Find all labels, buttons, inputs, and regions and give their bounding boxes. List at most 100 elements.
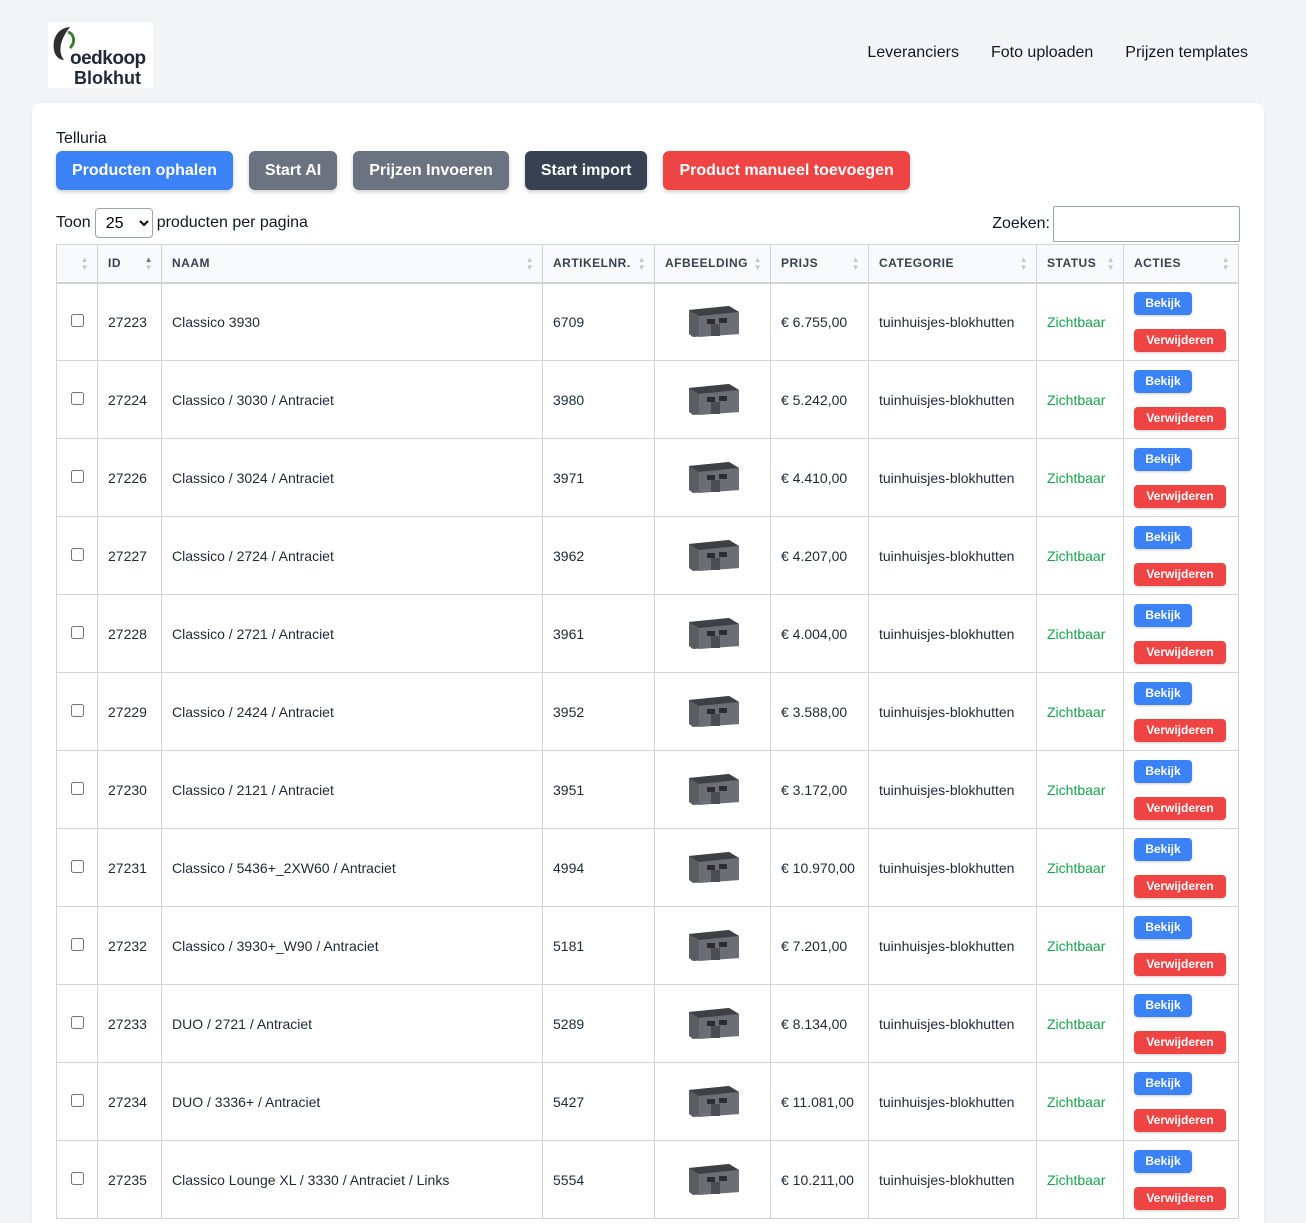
start-ai-button[interactable]: Start AI	[248, 151, 338, 190]
view-button[interactable]: Bekijk	[1134, 1149, 1192, 1173]
row-select-cell	[56, 906, 98, 985]
nav-foto-uploaden[interactable]: Foto uploaden	[991, 44, 1093, 62]
row-category: tuinhuisjes-blokhutten	[868, 516, 1037, 595]
row-checkbox[interactable]	[70, 469, 84, 483]
col-artikelnr[interactable]: ARTIKELNR. ▲ ▼	[542, 244, 655, 284]
row-checkbox[interactable]	[70, 1093, 84, 1107]
row-status: Zichtbaar	[1036, 984, 1124, 1063]
nav-leveranciers[interactable]: Leveranciers	[867, 44, 959, 62]
row-sku: 6709	[542, 282, 655, 361]
row-image	[654, 906, 771, 985]
col-select[interactable]: ▲ ▼	[56, 244, 98, 284]
row-image	[654, 984, 771, 1063]
view-button[interactable]: Bekijk	[1134, 759, 1192, 783]
row-checkbox[interactable]	[70, 1171, 84, 1185]
row-checkbox[interactable]	[70, 547, 84, 561]
row-checkbox[interactable]	[70, 1015, 84, 1029]
view-button[interactable]: Bekijk	[1134, 291, 1192, 315]
row-sku: 4994	[542, 828, 655, 907]
row-image	[654, 594, 771, 673]
view-button[interactable]: Bekijk	[1134, 915, 1192, 939]
delete-button[interactable]: Verwijderen	[1134, 484, 1226, 508]
table-row: 27227 Classico / 2724 / Antraciet 3962 €…	[56, 516, 1239, 595]
delete-button[interactable]: Verwijderen	[1134, 718, 1226, 742]
row-name: Classico / 3024 / Antraciet	[161, 438, 543, 517]
row-price: € 5.242,00	[770, 360, 869, 439]
shed-product-image	[688, 618, 739, 649]
row-id: 27229	[97, 672, 162, 751]
delete-button[interactable]: Verwijderen	[1134, 1108, 1226, 1132]
row-status: Zichtbaar	[1036, 1140, 1124, 1219]
row-id: 27224	[97, 360, 162, 439]
row-sku: 5181	[542, 906, 655, 985]
row-price: € 8.134,00	[770, 984, 869, 1063]
top-bar: oedkoop Blokhut Leveranciers Foto upload…	[0, 0, 1306, 103]
row-name: Classico / 2424 / Antraciet	[161, 672, 543, 751]
view-button[interactable]: Bekijk	[1134, 837, 1192, 861]
delete-button[interactable]: Verwijderen	[1134, 1030, 1226, 1054]
sort-icon: ▲ ▼	[1221, 255, 1230, 272]
row-image	[654, 438, 771, 517]
col-categorie[interactable]: CATEGORIE ▲ ▼	[868, 244, 1037, 284]
col-id[interactable]: ID ▲ ▼	[97, 244, 162, 284]
row-category: tuinhuisjes-blokhutten	[868, 750, 1037, 829]
delete-button[interactable]: Verwijderen	[1134, 796, 1226, 820]
row-price: € 10.211,00	[770, 1140, 869, 1219]
view-button[interactable]: Bekijk	[1134, 993, 1192, 1017]
page-length-select[interactable]: 25	[94, 208, 153, 238]
fetch-products-button[interactable]: Producten ophalen	[56, 151, 233, 190]
page-length-label-before: Toon	[56, 214, 91, 231]
shed-product-image	[688, 930, 739, 961]
row-actions: Bekijk Verwijderen	[1123, 828, 1239, 907]
view-button[interactable]: Bekijk	[1134, 525, 1192, 549]
view-button[interactable]: Bekijk	[1134, 1071, 1192, 1095]
search-input[interactable]	[1053, 206, 1240, 242]
col-status[interactable]: STATUS ▲ ▼	[1036, 244, 1124, 284]
row-category: tuinhuisjes-blokhutten	[868, 1062, 1037, 1141]
view-button[interactable]: Bekijk	[1134, 447, 1192, 471]
row-actions: Bekijk Verwijderen	[1123, 906, 1239, 985]
row-checkbox[interactable]	[70, 313, 84, 327]
delete-button[interactable]: Verwijderen	[1134, 562, 1226, 586]
row-image	[654, 750, 771, 829]
view-button[interactable]: Bekijk	[1134, 603, 1192, 627]
delete-button[interactable]: Verwijderen	[1134, 406, 1226, 430]
row-price: € 6.755,00	[770, 282, 869, 361]
row-sku: 3980	[542, 360, 655, 439]
row-status: Zichtbaar	[1036, 438, 1124, 517]
col-afbeelding[interactable]: AFBEELDING ▲ ▼	[654, 244, 771, 284]
delete-button[interactable]: Verwijderen	[1134, 952, 1226, 976]
row-status: Zichtbaar	[1036, 828, 1124, 907]
brand-logo[interactable]: oedkoop Blokhut	[48, 22, 153, 88]
delete-button[interactable]: Verwijderen	[1134, 874, 1226, 898]
row-checkbox[interactable]	[70, 781, 84, 795]
row-checkbox[interactable]	[70, 937, 84, 951]
row-select-cell	[56, 1140, 98, 1219]
row-status: Zichtbaar	[1036, 672, 1124, 751]
row-checkbox[interactable]	[70, 703, 84, 717]
start-import-button[interactable]: Start import	[524, 151, 648, 190]
nav-prijzen-templates[interactable]: Prijzen templates	[1125, 44, 1248, 62]
row-id: 27235	[97, 1140, 162, 1219]
delete-button[interactable]: Verwijderen	[1134, 328, 1226, 352]
row-sku: 5554	[542, 1140, 655, 1219]
col-acties[interactable]: ACTIES ▲ ▼	[1123, 244, 1239, 284]
row-name: DUO / 2721 / Antraciet	[161, 984, 543, 1063]
col-prijs[interactable]: PRIJS ▲ ▼	[770, 244, 869, 284]
products-table: ▲ ▼ ID ▲ ▼ NAAM ▲ ▼ ARTIKELNR. ▲ ▼ AFBEELDING ▲ ▼…	[56, 244, 1239, 1219]
add-product-manually-button[interactable]: Product manueel toevoegen	[663, 151, 910, 190]
row-checkbox[interactable]	[70, 859, 84, 873]
table-row: 27233 DUO / 2721 / Antraciet 5289 € 8.13…	[56, 984, 1239, 1063]
view-button[interactable]: Bekijk	[1134, 369, 1192, 393]
delete-button[interactable]: Verwijderen	[1134, 640, 1226, 664]
view-button[interactable]: Bekijk	[1134, 681, 1192, 705]
row-checkbox[interactable]	[70, 625, 84, 639]
delete-button[interactable]: Verwijderen	[1134, 1186, 1226, 1210]
sort-icon: ▲ ▼	[1106, 255, 1115, 272]
row-checkbox[interactable]	[70, 391, 84, 405]
row-select-cell	[56, 984, 98, 1063]
row-sku: 5427	[542, 1062, 655, 1141]
row-id: 27234	[97, 1062, 162, 1141]
enter-prices-button[interactable]: Prijzen Invoeren	[353, 151, 509, 190]
col-naam[interactable]: NAAM ▲ ▼	[161, 244, 543, 284]
